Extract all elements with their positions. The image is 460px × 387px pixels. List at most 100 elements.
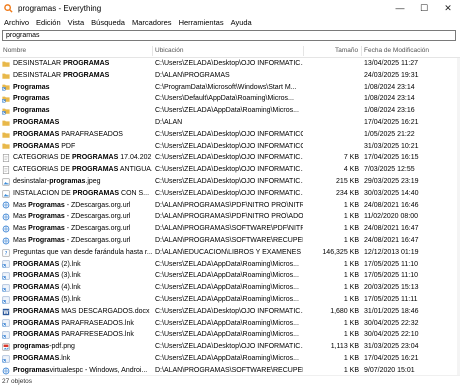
name-cell: Mas Programas - ZDescargas.org.url [2,235,152,247]
size-cell: 1 KB [343,213,359,221]
everything-app-icon [4,3,13,13]
table-row[interactable]: PROGRAMAS PDF C:\Users\ZELADA\Desktop\OJO… [0,141,460,153]
date-cell: 30/04/2025 22:32 [364,319,419,327]
size-cell: 1 KB [343,296,359,303]
folder-icon [2,119,10,127]
column-name-header[interactable]: Nombre [3,44,26,57]
table-row[interactable]: Mas Programas - ZDescargas.org.url D:\ALA… [0,223,460,235]
date-cell: 30/04/2025 22:10 [364,331,419,339]
path-cell: C:\Users\ZELADA\AppData\Roaming\Micros..… [155,355,299,362]
table-row[interactable]: PROGRAMAS (3).lnk C:\Users\ZELADA\AppData… [0,270,460,282]
folder-icon [2,60,10,68]
date-cell: 31/03/2025 23:04 [364,343,419,351]
table-row[interactable]: PROGRAMAS (4).lnk C:\Users\ZELADA\AppData… [0,282,460,294]
name-cell: PROGRAMAS PARAFRASEADOS [2,129,152,141]
path-cell: C:\Users\ZELADA\AppData\Roaming\Micros..… [155,319,299,327]
lnk-icon [2,272,10,280]
name-cell: CATEGORIAS DE PROGRAMAS 17.04.202... [2,152,152,164]
table-row[interactable]: PROGRAMAS (5).lnk C:\Users\ZELADA\AppData… [0,294,460,306]
menu-archivo[interactable]: Archivo [1,18,32,27]
date-cell: 7/03/2025 12:55 [364,166,415,174]
name-cell: PROGRAMAS (5).lnk [2,294,152,306]
date-cell: 1/08/2024 23:16 [364,107,415,115]
column-size-header[interactable]: Tamaño [335,44,358,57]
path-cell: D:\ALAN\PROGRAMAS\SOFTWARE\RECUPER... [155,366,303,374]
table-row[interactable]: Programasvirtualespc - Windows, Androi..… [0,365,460,375]
help-icon: ? [2,249,10,257]
table-row[interactable]: W PROGRAMAS MAS DESCARGADOS.docx C:\Users\… [0,306,460,318]
column-divider[interactable] [361,46,362,56]
table-row[interactable]: Mas Programas - ZDescargas.org.url D:\ALA… [0,200,460,212]
path-cell: C:\Users\ZELADA\Desktop\OJO INFORMATIC..… [155,307,303,315]
close-button[interactable]: ✕ [436,0,460,16]
table-row[interactable]: CATEGORIAS DE PROGRAMAS ANTIGUA...C:\Use… [0,164,460,176]
table-row[interactable]: DESINSTALAR PROGRAMAS D:\ALAN\PROGRAMAS 24… [0,70,460,82]
table-row[interactable]: DESINSTALAR PROGRAMAS C:\Users\ZELADA\Des… [0,58,460,70]
lnk-icon [2,319,10,327]
table-row[interactable]: PROGRAMAS PARAFRESEADOS.lnk C:\Users\ZELA… [0,329,460,341]
png-icon [2,343,10,351]
column-path-header[interactable]: Ubicación [155,44,184,57]
table-row[interactable]: desinstalar-programas.jpeg C:\Users\ZELAD… [0,176,460,188]
size-cell: 4 KB [343,166,359,174]
date-cell: 17/04/2025 16:21 [364,119,419,126]
text-icon [2,166,10,174]
url-icon [2,237,10,245]
status-bar: 27 objetos [0,375,460,387]
table-row[interactable]: Mas Programas - ZDescargas.org.url D:\ALA… [0,235,460,247]
url-icon [2,213,10,221]
table-row[interactable]: Mas Programas - ZDescargas.org.url D:\ALA… [0,211,460,223]
table-row[interactable]: INSTALACION DE PROGRAMAS CON S... C:\User… [0,188,460,200]
table-row[interactable]: Programas C:\Users\ZELADA\AppData\Roaming… [0,105,460,117]
name-cell: CATEGORIAS DE PROGRAMAS ANTIGUA... [2,164,152,176]
date-cell: 17/05/2025 11:11 [364,296,418,303]
date-cell: 13/04/2025 11:27 [364,60,418,67]
folder-shortcut-icon [2,95,10,103]
path-cell: C:\Users\ZELADA\AppData\Roaming\Micros..… [155,331,299,339]
menu-marcadores[interactable]: Marcadores [129,18,175,27]
folder-icon [2,131,10,139]
size-cell: 234 KB [336,189,359,197]
menu-herramientas[interactable]: Herramientas [176,18,227,27]
search-input[interactable] [2,30,456,41]
table-row[interactable]: PROGRAMAS (2).lnk C:\Users\ZELADA\AppData… [0,259,460,271]
table-row[interactable]: CATEGORIAS DE PROGRAMAS 17.04.202...C:\U… [0,152,460,164]
table-row[interactable]: PROGRAMAS D:\ALAN 17/04/2025 16:21 [0,117,460,129]
name-cell: PROGRAMAS (4).lnk [2,282,152,294]
column-date-header[interactable]: Fecha de Modificación [364,44,429,57]
folder-icon [2,72,10,80]
results-list: DESINSTALAR PROGRAMAS C:\Users\ZELADA\Des… [0,58,460,375]
url-icon [2,201,10,209]
date-cell: 17/05/2025 11:10 [364,272,418,280]
date-cell: 17/04/2025 16:15 [364,154,419,162]
menu-busqueda[interactable]: Búsqueda [88,18,128,27]
table-row[interactable]: PROGRAMAS PARAFRASEADOS.lnk C:\Users\ZELA… [0,318,460,330]
folder-shortcut-icon [2,107,10,115]
table-row[interactable]: PROGRAMAS PARAFRASEADOS C:\Users\ZELADA\D… [0,129,460,141]
column-divider[interactable] [152,46,153,56]
column-divider[interactable] [303,46,304,56]
date-cell: 17/04/2025 16:21 [364,355,419,362]
window-title: programas - Everything [18,3,102,13]
name-cell: programas-pdf.png [2,341,152,353]
path-cell: C:\Users\ZELADA\Desktop\OJO INFORMATIC..… [155,178,303,185]
menu-ayuda[interactable]: Ayuda [228,18,255,27]
minimize-button[interactable]: — [388,0,412,16]
table-row[interactable]: Programas C:\Users\Default\AppData\Roamin… [0,93,460,105]
path-cell: C:\Users\ZELADA\Desktop\OJO INFORMATIC..… [155,154,303,162]
name-cell: W PROGRAMAS MAS DESCARGADOS.docx [2,307,150,316]
name-cell: desinstalar-programas.jpeg [2,176,152,188]
path-cell: C:\Users\ZELADA\AppData\Roaming\Micros..… [155,272,299,280]
table-row[interactable]: programas-pdf.png C:\Users\ZELADA\Desktop… [0,341,460,353]
table-row[interactable]: ? Preguntas que van desde farándula hasta… [0,247,460,259]
table-row[interactable]: PROGRAMAS.lnk C:\Users\ZELADA\AppData\Roa… [0,353,460,365]
date-cell: 31/01/2025 18:46 [364,307,419,315]
menu-vista[interactable]: Vista [65,18,88,27]
date-cell: 17/05/2025 11:10 [364,260,418,268]
name-cell: Mas Programas - ZDescargas.org.url [2,211,152,223]
table-row[interactable]: Programas C:\ProgramData\Microsoft\Window… [0,82,460,94]
maximize-button[interactable]: ☐ [412,0,436,16]
path-cell: C:\Users\ZELADA\Desktop\OJO INFORMATICO [155,130,303,138]
date-cell: 29/03/2025 23:19 [364,178,419,185]
menu-edicion[interactable]: Edición [33,18,64,27]
